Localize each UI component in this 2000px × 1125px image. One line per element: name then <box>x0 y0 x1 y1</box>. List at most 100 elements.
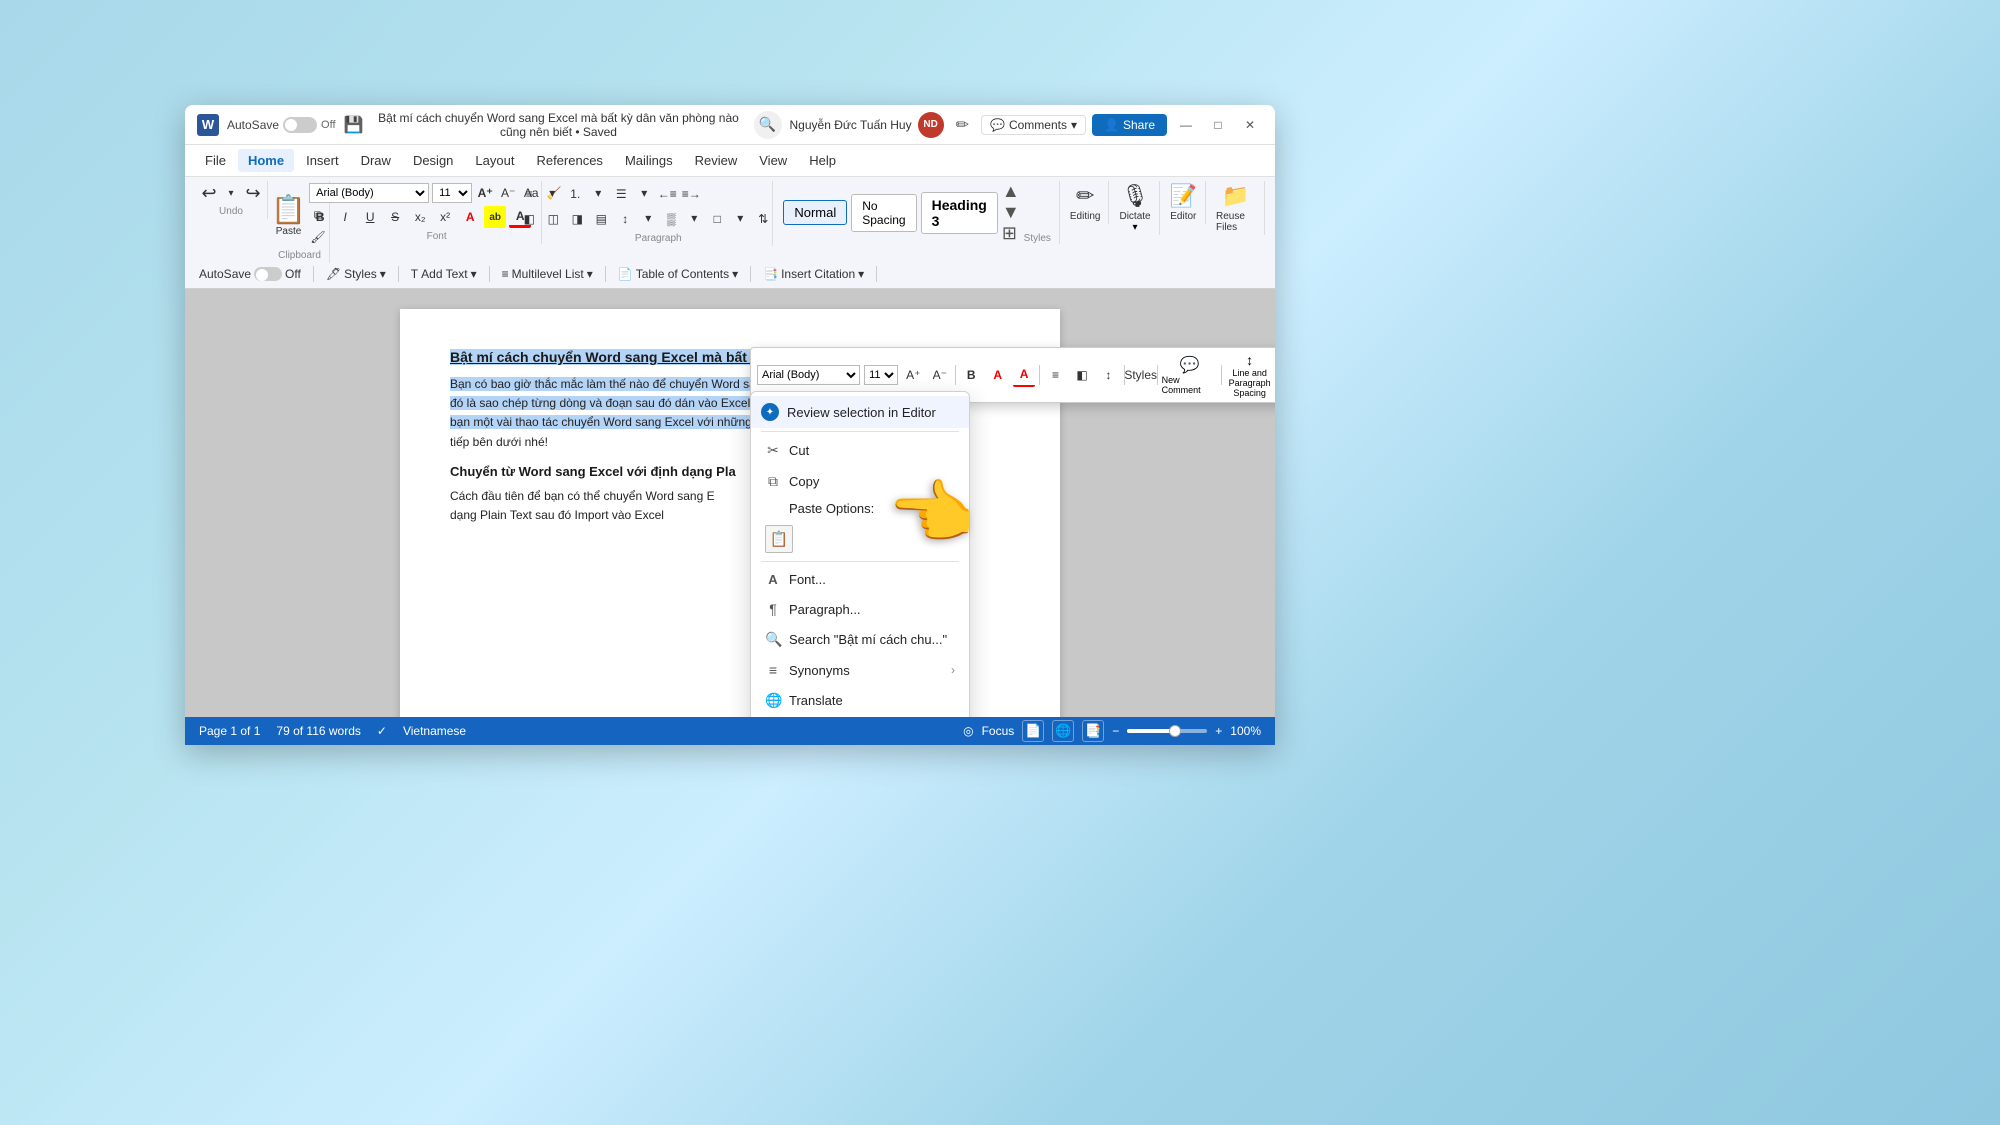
view-read-button[interactable]: 📑 <box>1082 720 1104 742</box>
align-center-button[interactable]: ◫ <box>542 208 564 230</box>
toolbar-autosave[interactable]: AutoSave Off <box>195 266 305 282</box>
bold-button[interactable]: B <box>309 206 331 228</box>
shading-dropdown[interactable]: ▾ <box>684 208 704 228</box>
menu-layout[interactable]: Layout <box>465 149 524 172</box>
align-right-button[interactable]: ◨ <box>566 208 588 230</box>
number-dropdown[interactable]: ▾ <box>588 183 608 203</box>
menu-view[interactable]: View <box>749 149 797 172</box>
maximize-button[interactable]: □ <box>1205 112 1231 138</box>
style-no-spacing-button[interactable]: No Spacing <box>851 194 916 232</box>
zoom-plus[interactable]: + <box>1215 724 1222 738</box>
ctx-translate[interactable]: 🌐 Translate <box>751 685 969 716</box>
paste-box1[interactable]: 📋 <box>765 525 793 553</box>
shading-button[interactable]: ▒ <box>660 208 682 230</box>
menu-draw[interactable]: Draw <box>351 149 401 172</box>
zoom-slider[interactable] <box>1127 729 1207 733</box>
menu-design[interactable]: Design <box>403 149 463 172</box>
bullet-list-button[interactable]: ≡ <box>518 183 540 205</box>
minimize-button[interactable]: — <box>1173 112 1199 138</box>
ctx-paragraph[interactable]: ¶ Paragraph... <box>751 594 969 624</box>
font-size-select[interactable]: 11 <box>432 183 472 203</box>
border-dropdown[interactable]: ▾ <box>730 208 750 228</box>
menu-review[interactable]: Review <box>685 149 748 172</box>
mini-font-color-button[interactable]: A <box>1013 363 1035 387</box>
comments-button[interactable]: 💬 Comments ▾ <box>981 115 1086 135</box>
indent-inc-button[interactable]: ≡→ <box>680 183 702 205</box>
add-text-dropdown[interactable]: ▾ <box>471 267 477 281</box>
styles-expand[interactable]: ⊞ <box>1002 223 1020 244</box>
autosave-area[interactable]: AutoSave Off <box>227 117 336 133</box>
menu-insert[interactable]: Insert <box>296 149 349 172</box>
menu-mailings[interactable]: Mailings <box>615 149 683 172</box>
ctx-cut[interactable]: ✂ Cut <box>751 435 969 466</box>
bullet-dropdown[interactable]: ▾ <box>542 183 562 203</box>
outline-dropdown[interactable]: ▾ <box>634 183 654 203</box>
paste-button[interactable]: 📋 Paste <box>271 193 306 237</box>
ctx-font[interactable]: A Font... <box>751 565 969 594</box>
mini-line-para-button[interactable]: ↕ Line and Paragraph Spacing <box>1226 352 1273 398</box>
focus-label[interactable]: Focus <box>982 724 1015 738</box>
citation-dropdown[interactable]: ▾ <box>858 267 864 281</box>
mini-highlight-button[interactable]: A <box>986 363 1008 387</box>
font-name-select[interactable]: Arial (Body) <box>309 183 429 203</box>
align-left-button[interactable]: ◧ <box>518 208 540 230</box>
style-heading3-button[interactable]: Heading 3 <box>921 192 998 234</box>
menu-help[interactable]: Help <box>799 149 846 172</box>
mini-shrink-button[interactable]: A⁻ <box>929 363 951 387</box>
ctx-review-selection[interactable]: ✦ Review selection in Editor <box>751 396 969 428</box>
pen-icon[interactable]: ✏ <box>956 115 969 135</box>
styles-up-arrow[interactable]: ▲ <box>1002 181 1020 202</box>
format-painter-button[interactable]: 🖌 <box>308 227 328 247</box>
dictate-button[interactable]: 🎙 Dictate ▾ <box>1111 181 1159 235</box>
mini-styles-button[interactable]: Styles <box>1129 363 1153 387</box>
font-shrink-button[interactable]: A⁻ <box>498 183 518 203</box>
toolbar-citation[interactable]: 📑 Insert Citation ▾ <box>759 266 868 282</box>
styles-dropdown-arrow[interactable]: ▾ <box>380 267 386 281</box>
ctx-search[interactable]: 🔍 Search "Bật mí cách chu..." <box>751 624 969 655</box>
sort-button[interactable]: ⇅ <box>752 208 774 230</box>
multilevel-dropdown[interactable]: ▾ <box>587 267 593 281</box>
align-justify-button[interactable]: ▤ <box>590 208 612 230</box>
indent-dec-button[interactable]: ←≡ <box>656 183 678 205</box>
document-page[interactable]: Arial (Body) 11 A⁺ A⁻ B A A ≡ ◧ ↕ Styles <box>400 309 1060 717</box>
mini-align-button[interactable]: ◧ <box>1071 363 1093 387</box>
mini-new-comment-button[interactable]: 💬 New Comment <box>1162 355 1218 395</box>
undo-button[interactable]: ↩ <box>199 183 219 203</box>
toolbar-autosave-toggle[interactable] <box>254 267 282 281</box>
font-color-button[interactable]: A <box>459 206 481 228</box>
mini-font-select[interactable]: Arial (Body) <box>757 365 860 385</box>
save-icon[interactable]: 💾 <box>344 115 364 135</box>
underline-button[interactable]: U <box>359 206 381 228</box>
border-button[interactable]: □ <box>706 208 728 230</box>
menu-file[interactable]: File <box>195 149 236 172</box>
ctx-link[interactable]: 🔗 Link › <box>751 716 969 717</box>
search-button[interactable]: 🔍 <box>754 111 782 139</box>
outline-button[interactable]: ☰ <box>610 183 632 205</box>
strikethrough-button[interactable]: S <box>384 206 406 228</box>
toolbar-add-text[interactable]: T Add Text ▾ <box>407 266 481 282</box>
mini-bold-button[interactable]: B <box>960 363 982 387</box>
editor-button[interactable]: 📝 Editor <box>1162 181 1206 224</box>
zoom-minus[interactable]: − <box>1112 724 1119 738</box>
undo-dropdown[interactable]: ▾ <box>221 183 241 203</box>
close-button[interactable]: ✕ <box>1237 112 1263 138</box>
toolbar-styles[interactable]: 🖋 Styles ▾ <box>322 266 390 282</box>
mini-grow-button[interactable]: A⁺ <box>902 363 924 387</box>
highlight-button[interactable]: ab <box>484 206 506 228</box>
ctx-synonyms[interactable]: ≡ Synonyms › <box>751 655 969 685</box>
editing-button[interactable]: ✏ Editing <box>1062 181 1110 224</box>
menu-home[interactable]: Home <box>238 149 294 172</box>
toolbar-multilevel[interactable]: ≡ Multilevel List ▾ <box>498 266 597 282</box>
autosave-toggle[interactable] <box>283 117 317 133</box>
dictate-dropdown[interactable]: ▾ <box>1133 222 1138 233</box>
styles-down-arrow[interactable]: ▼ <box>1002 202 1020 223</box>
style-normal-button[interactable]: Normal <box>783 200 847 225</box>
reuse-files-button[interactable]: 📁 Reuse Files <box>1208 181 1265 235</box>
toolbar-toc[interactable]: 📄 Table of Contents ▾ <box>614 266 742 282</box>
view-print-button[interactable]: 📄 <box>1022 720 1044 742</box>
view-web-button[interactable]: 🌐 <box>1052 720 1074 742</box>
toc-dropdown[interactable]: ▾ <box>732 267 738 281</box>
font-grow-button[interactable]: A⁺ <box>475 183 495 203</box>
italic-button[interactable]: I <box>334 206 356 228</box>
subscript-button[interactable]: x₂ <box>409 206 431 228</box>
